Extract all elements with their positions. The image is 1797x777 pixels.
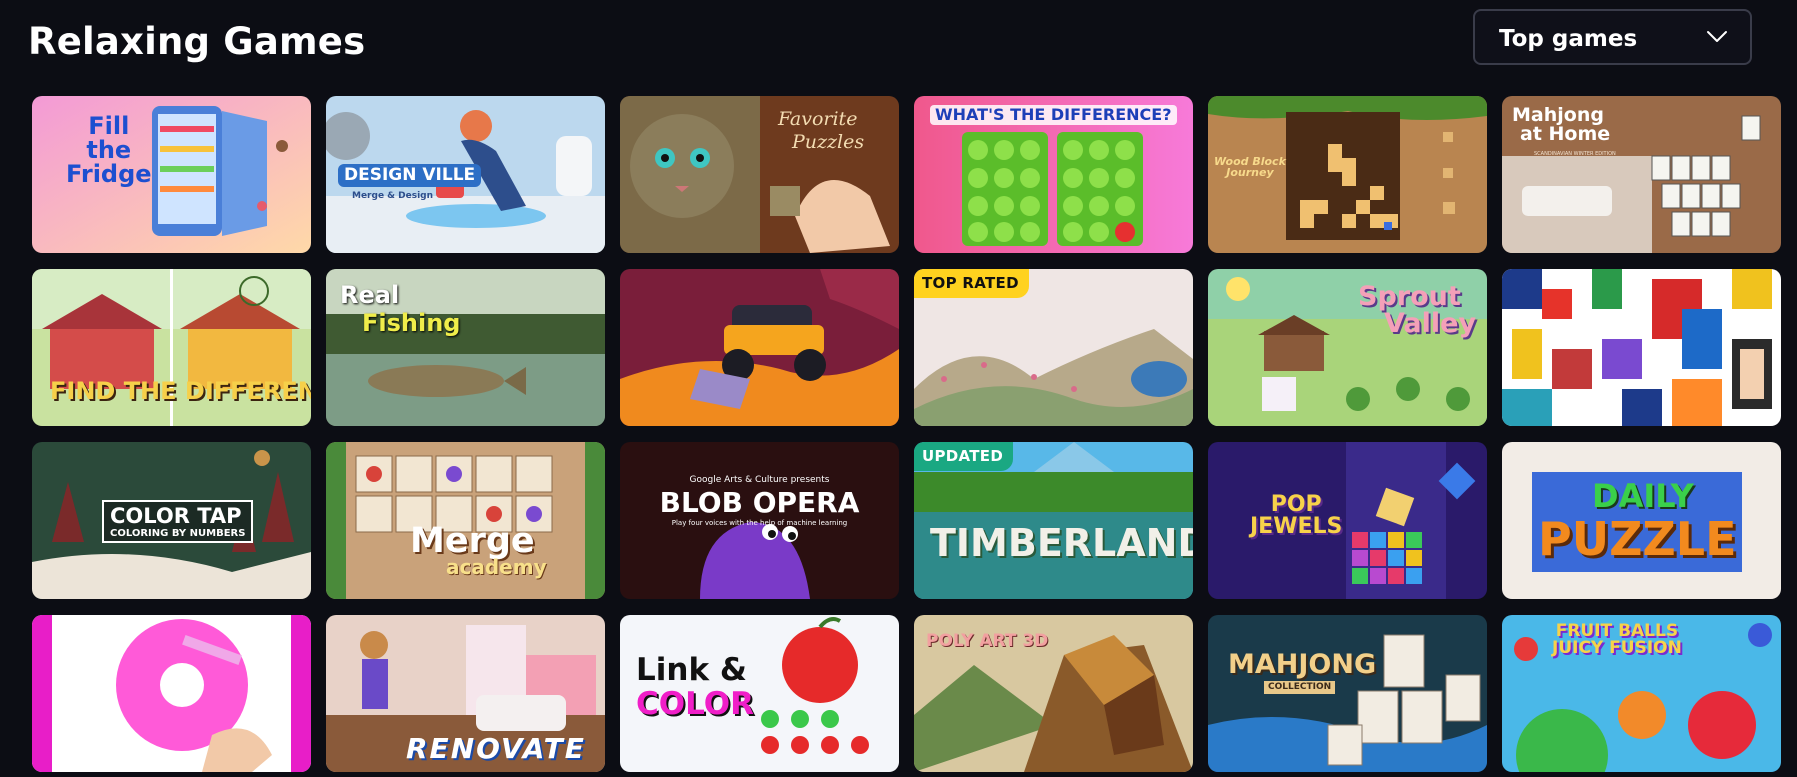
game-art-text: FIND THE DIFFERENCE — [50, 377, 311, 405]
game-thumbnail — [1502, 269, 1781, 426]
game-thumbnail — [32, 615, 311, 772]
chevron-down-icon — [1707, 31, 1727, 42]
game-thumbnail — [1208, 615, 1487, 772]
game-art-text: DESIGN VILLE — [338, 164, 482, 187]
game-card-monster-truck[interactable] — [620, 269, 899, 426]
game-card-timberland[interactable]: UPDATED TIMBERLAND — [914, 442, 1193, 599]
game-card-find-the-difference[interactable]: FIND THE DIFFERENCE — [32, 269, 311, 426]
updated-badge: UPDATED — [914, 442, 1014, 471]
game-card-fruit-balls-juicy-fusion[interactable]: FRUIT BALLS JUICY FUSION — [1502, 615, 1781, 772]
game-art-text: COLOR — [636, 686, 754, 722]
game-card-wood-block-journey[interactable]: Wood Block Journey — [1208, 96, 1487, 253]
game-art-text: MAHJONG — [1228, 649, 1377, 680]
game-card-merge-academy[interactable]: Merge academy — [326, 442, 605, 599]
game-art-text: PUZZLE — [1538, 512, 1737, 566]
game-card-real-fishing[interactable]: Real Fishing — [326, 269, 605, 426]
game-card-favorite-puzzles[interactable]: Favorite Puzzles — [620, 96, 899, 253]
game-card-flower-garden[interactable]: TOP RATED — [914, 269, 1193, 426]
game-art-text: Merge — [410, 521, 535, 561]
game-art-text: Favorite Puzzles — [778, 108, 865, 153]
game-card-color-by-number-donut[interactable] — [32, 615, 311, 772]
game-art-text: WHAT'S THE DIFFERENCE? — [930, 105, 1177, 125]
sort-dropdown[interactable]: Top games — [1473, 9, 1752, 65]
game-art-text: Fill the Fridge — [66, 112, 152, 188]
game-thumbnail — [620, 269, 899, 426]
game-art-text: BLOB OPERA — [659, 486, 860, 519]
game-card-link-and-color[interactable]: Link & COLOR — [620, 615, 899, 772]
game-art-text: Sprout Valley — [1358, 281, 1477, 339]
game-card-mahjong-collection[interactable]: MAHJONG COLLECTION — [1208, 615, 1487, 772]
game-art-subtext: Google Arts & Culture presents — [689, 475, 830, 485]
game-card-pop-jewels[interactable]: POP JEWELS — [1208, 442, 1487, 599]
page-title: Relaxing Games — [28, 20, 366, 63]
game-card-poly-art-3d[interactable]: POLY ART 3D — [914, 615, 1193, 772]
game-art-text: Link & — [636, 652, 747, 688]
game-card-whats-the-difference[interactable]: WHAT'S THE DIFFERENCE? — [914, 96, 1193, 253]
game-card-daily-puzzle[interactable]: DAILY PUZZLE — [1502, 442, 1781, 599]
game-card-sprout-valley[interactable]: Sprout Valley — [1208, 269, 1487, 426]
game-art-subtext: COLLECTION — [1264, 681, 1336, 694]
game-card-fill-the-fridge[interactable]: Fill the Fridge — [32, 96, 311, 253]
top-rated-badge: TOP RATED — [914, 269, 1029, 298]
game-art-subtext: Play four voices with the help of machin… — [671, 519, 848, 527]
game-art-text: POLY ART 3D — [926, 631, 1049, 651]
game-art-text: academy — [446, 555, 547, 579]
game-art-text: Fishing — [362, 309, 461, 337]
game-card-design-ville[interactable]: DESIGN VILLE Merge & Design — [326, 96, 605, 253]
game-art-text: DAILY — [1592, 477, 1694, 515]
game-card-mahjong-at-home[interactable]: Mahjong at Home SCANDINAVIAN WINTER EDITI… — [1502, 96, 1781, 253]
game-art-text: POP JEWELS — [1250, 492, 1343, 539]
game-card-blob-opera[interactable]: Google Arts & Culture presents BLOB OPER… — [620, 442, 899, 599]
game-art-text: RENOVATE — [406, 732, 586, 765]
game-art-text: Real — [340, 281, 400, 309]
page-header: Relaxing Games Top games — [0, 0, 1797, 90]
game-art-text: TIMBERLAND — [930, 521, 1193, 565]
game-art-text: Wood Block Journey — [1214, 155, 1286, 179]
game-art-text: COLOR TAP COLORING BY NUMBERS — [102, 500, 254, 543]
game-card-renovate[interactable]: RENOVATE — [326, 615, 605, 772]
game-card-color-tap[interactable]: COLOR TAP COLORING BY NUMBERS — [32, 442, 311, 599]
game-art-text: Mahjong at Home — [1512, 104, 1611, 145]
game-art-text: FRUIT BALLS JUICY FUSION — [1552, 621, 1682, 658]
game-art-subtext: Merge & Design — [352, 191, 434, 201]
game-card-pixel-art[interactable] — [1502, 269, 1781, 426]
games-grid: Fill the Fridge DESIGN VILLE Merge & Desig… — [32, 96, 1781, 772]
game-art-subtext: SCANDINAVIAN WINTER EDITION — [1534, 151, 1616, 157]
sort-selected-value: Top games — [1499, 26, 1638, 52]
